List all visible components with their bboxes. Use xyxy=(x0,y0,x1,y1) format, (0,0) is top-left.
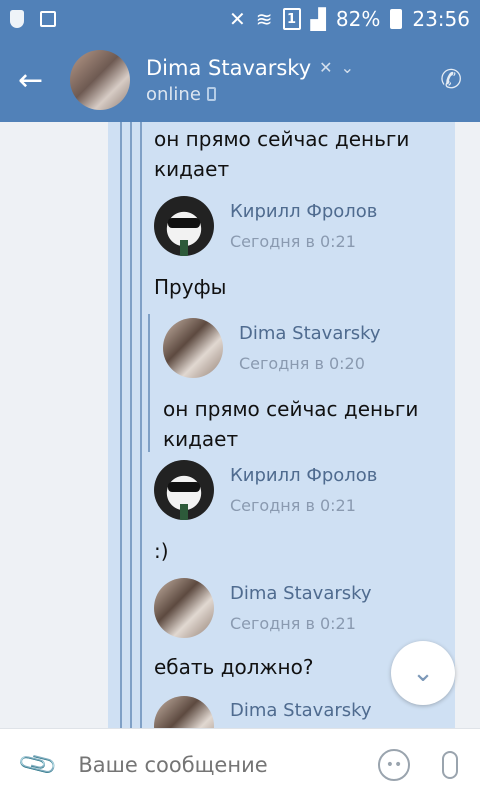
gallery-icon xyxy=(40,11,56,27)
shield-icon xyxy=(10,10,24,28)
message-date: Сегодня в 0:21 xyxy=(230,496,356,515)
chat-header: ← Dima Stavarsky ✕ ⌄ online ✆ xyxy=(0,38,480,122)
clock: 23:56 xyxy=(412,7,470,31)
chevron-down-icon[interactable]: ⌄ xyxy=(341,58,354,77)
author-name: Dima Stavarsky xyxy=(230,583,372,604)
author-name: Кирилл Фролов xyxy=(230,201,378,222)
quote-author[interactable]: Кирилл Фролов Сегодня в 0:21 xyxy=(154,196,377,256)
muted-icon: ✕ xyxy=(319,58,333,77)
quote-author[interactable]: Кирилл Фролов Сегодня в 0:21 xyxy=(154,460,377,520)
message-date: Сегодня в 0:21 xyxy=(230,614,356,633)
avatar xyxy=(163,318,223,378)
avatar xyxy=(154,578,214,638)
wifi-icon: ≋ xyxy=(255,7,273,31)
message-text: он прямо сейчас деньги кидает xyxy=(154,127,410,181)
message-input[interactable] xyxy=(78,752,319,777)
message-text: он прямо сейчас деньги кидает xyxy=(163,397,419,451)
mobile-icon xyxy=(206,87,216,101)
avatar xyxy=(154,696,214,728)
quote-bar xyxy=(148,314,150,452)
arrow-left-icon[interactable]: ← xyxy=(18,63,58,98)
mute-icon: ✕ xyxy=(228,7,246,31)
chevron-down-icon[interactable]: ⌄ xyxy=(391,641,455,705)
message-date: Сегодня в 0:21 xyxy=(230,232,356,251)
quote-author[interactable]: Dima Stavarsky xyxy=(154,696,372,728)
chat-title[interactable]: Dima Stavarsky ✕ ⌄ online xyxy=(146,56,354,105)
avatar xyxy=(154,460,214,520)
message-text: :) xyxy=(154,539,169,563)
smile-icon[interactable]: •• xyxy=(378,748,410,781)
battery-icon xyxy=(390,9,403,29)
author-name: Dima Stavarsky xyxy=(239,323,381,344)
avatar[interactable] xyxy=(70,50,130,110)
message-composer: 📎 •• xyxy=(0,728,480,800)
contact-status: online xyxy=(146,83,201,105)
quote-author[interactable]: Dima Stavarsky Сегодня в 0:20 xyxy=(163,318,381,378)
avatar xyxy=(154,196,214,256)
quote-bar xyxy=(140,122,142,728)
message-list[interactable]: он прямо сейчас деньги кидает Кирилл Фро… xyxy=(0,122,480,728)
author-name: Dima Stavarsky xyxy=(230,700,372,721)
phone-icon[interactable]: ✆ xyxy=(440,65,462,95)
signal-icon: ▟ xyxy=(310,7,326,31)
quote-author[interactable]: Dima Stavarsky Сегодня в 0:21 xyxy=(154,578,372,638)
contact-name: Dima Stavarsky xyxy=(146,55,312,80)
paperclip-icon[interactable]: 📎 xyxy=(16,743,60,786)
quote-bar xyxy=(130,122,132,728)
battery-percent: 82% xyxy=(335,7,381,31)
message-date: Сегодня в 0:20 xyxy=(239,354,365,373)
message-text: Пруфы xyxy=(154,275,227,299)
author-name: Кирилл Фролов xyxy=(230,465,378,486)
microphone-icon[interactable] xyxy=(442,750,458,779)
quote-bar xyxy=(120,122,122,728)
message-text: ебать должно? xyxy=(154,655,314,679)
status-bar: ✕ ≋ 1 ▟ 82% 23:56 xyxy=(0,0,480,38)
sim-badge: 1 xyxy=(282,8,301,30)
